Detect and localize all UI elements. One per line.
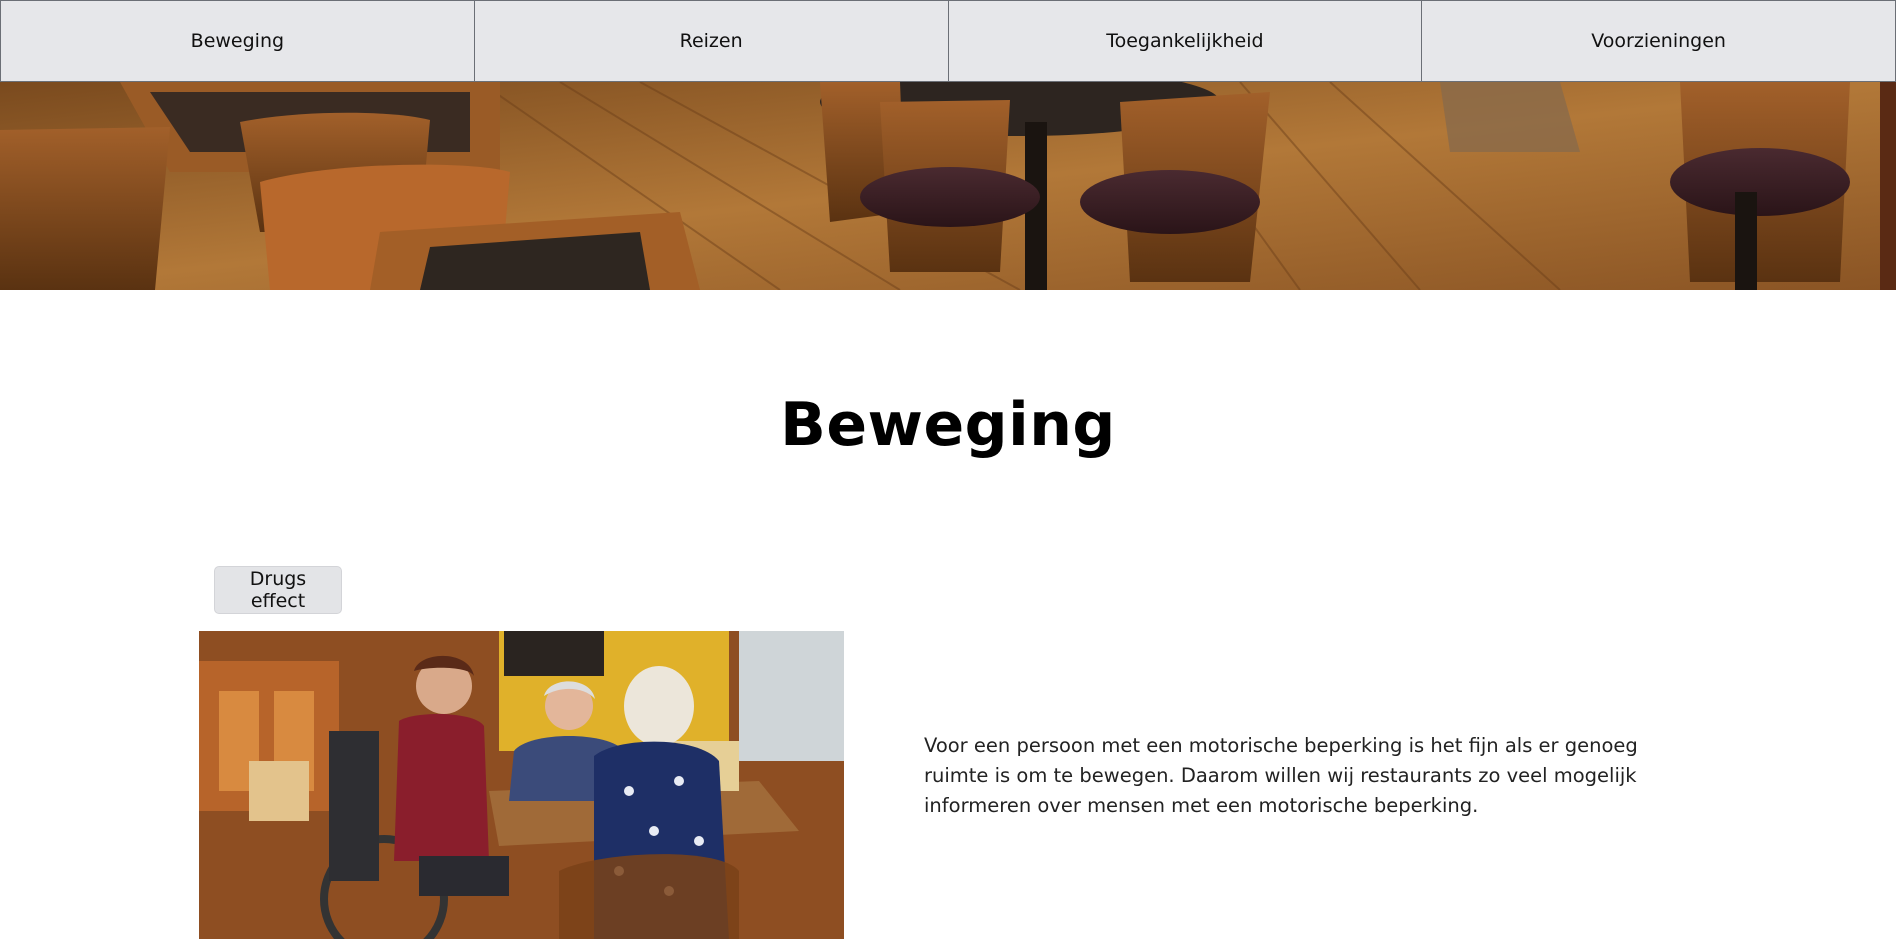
nav-item-toegankelijkheid[interactable]: Toegankelijkheid [948,0,1423,82]
description-paragraph: Voor een persoon met een motorische bepe… [924,734,1638,817]
nav-item-beweging[interactable]: Beweging [0,0,475,82]
hero-banner-image [0,82,1896,290]
top-navigation: Beweging Reizen Toegankelijkheid Voorzie… [0,0,1896,82]
restaurant-photo [199,631,844,939]
page-title: Beweging [780,390,1116,460]
nav-item-reizen[interactable]: Reizen [474,0,949,82]
drugs-effect-button[interactable]: Drugs effect [214,566,342,614]
nav-item-voorzieningen[interactable]: Voorzieningen [1422,0,1896,82]
